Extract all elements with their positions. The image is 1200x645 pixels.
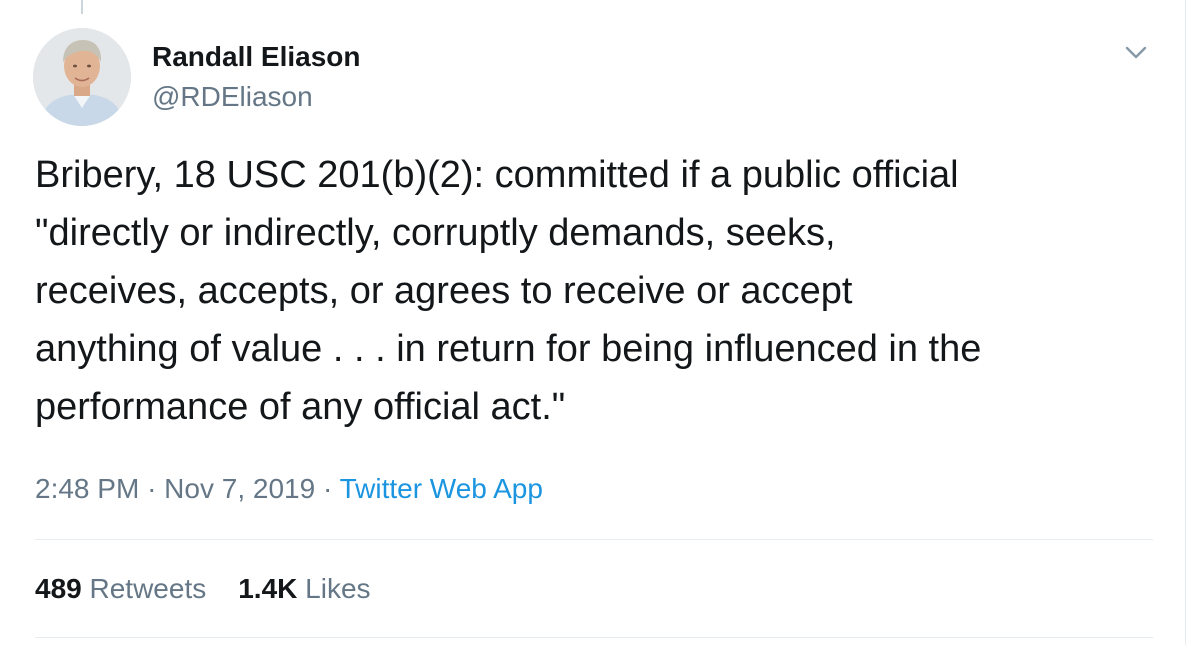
- retweets-stat[interactable]: 489 Retweets: [35, 572, 206, 606]
- tweet-date[interactable]: Nov 7, 2019: [164, 473, 315, 504]
- divider: [35, 539, 1153, 540]
- tweet-text: Bribery, 18 USC 201(b)(2): committed if …: [35, 146, 1155, 436]
- tweet-text-line: performance of any official act.": [35, 386, 566, 428]
- tweet-time[interactable]: 2:48 PM: [35, 473, 139, 504]
- tweet-text-line: receives, accepts, or agrees to receive …: [35, 270, 853, 312]
- likes-count: 1.4K: [238, 573, 298, 604]
- divider: [35, 637, 1153, 638]
- avatar[interactable]: [33, 28, 131, 126]
- card-border: [1185, 0, 1186, 645]
- likes-stat[interactable]: 1.4K Likes: [238, 572, 370, 606]
- author-name[interactable]: Randall Eliason: [152, 40, 361, 74]
- likes-label: Likes: [305, 573, 371, 604]
- tweet-source-link[interactable]: Twitter Web App: [340, 473, 543, 504]
- meta-separator: ·: [147, 473, 157, 504]
- avatar-image: [33, 28, 131, 126]
- tweet-text-line: anything of value . . . in return for be…: [35, 328, 982, 370]
- tweet-card: Randall Eliason @RDEliason Bribery, 18 U…: [0, 0, 1200, 645]
- tweet-text-line: "directly or indirectly, corruptly deman…: [35, 212, 836, 254]
- tweet-text-line: Bribery, 18 USC 201(b)(2): committed if …: [35, 154, 959, 196]
- retweets-count: 489: [35, 573, 82, 604]
- chevron-down-icon[interactable]: [1121, 38, 1151, 68]
- tweet-metadata: 2:48 PM · Nov 7, 2019 · Twitter Web App: [35, 472, 543, 506]
- tweet-stats: 489 Retweets 1.4K Likes: [35, 572, 403, 606]
- author-handle[interactable]: @RDEliason: [152, 80, 313, 114]
- meta-separator: ·: [322, 473, 333, 504]
- thread-connector-line: [81, 0, 83, 14]
- retweets-label: Retweets: [89, 573, 207, 604]
